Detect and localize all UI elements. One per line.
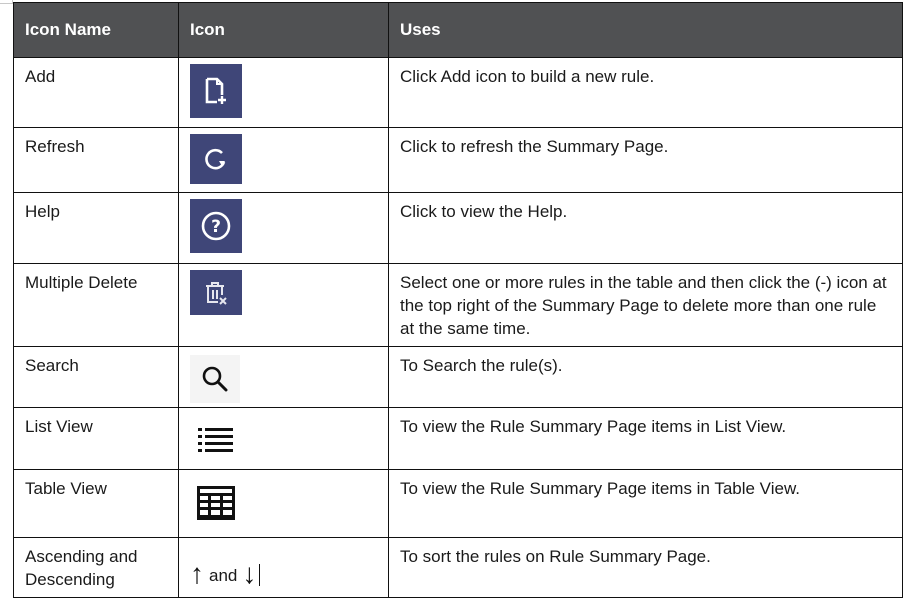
- row-name: Search: [13, 346, 179, 408]
- row-uses: To view the Rule Summary Page items in T…: [388, 469, 903, 538]
- search-icon: [190, 355, 240, 403]
- row-name: Multiple Delete: [13, 263, 179, 347]
- sort-descending-icon: ↓: [242, 558, 257, 589]
- row-uses: Click Add icon to build a new rule.: [388, 57, 903, 128]
- table-row: Table View To view the Rule Summary Page…: [13, 469, 903, 538]
- row-uses: To view the Rule Summary Page items in L…: [388, 407, 903, 470]
- table-row: Multiple Delete Select one or more rules…: [13, 263, 903, 347]
- multiple-delete-icon: [190, 270, 242, 315]
- header-icon-name: Icon Name: [13, 2, 179, 58]
- table-header-row: Icon Name Icon Uses: [13, 2, 903, 58]
- list-view-icon: [190, 414, 242, 464]
- help-icon: ?: [190, 199, 242, 253]
- table-row: Search To Search the rule(s).: [13, 346, 903, 408]
- table-row: Ascending and Descending ↑ and ↓ To sort…: [13, 537, 903, 598]
- sort-arrows: ↑ and ↓: [190, 544, 388, 588]
- table-row: Help ? Click to view the Help.: [13, 192, 903, 264]
- header-icon: Icon: [178, 2, 389, 58]
- row-name: Add: [13, 57, 179, 128]
- table-view-icon: [190, 476, 242, 530]
- icon-reference-table: Icon Name Icon Uses Add Click Add icon t…: [13, 2, 903, 598]
- row-uses: Click to view the Help.: [388, 192, 903, 264]
- table-row: Refresh Click to refresh the Summary Pag…: [13, 127, 903, 193]
- refresh-icon: [190, 134, 242, 184]
- row-name: Help: [13, 192, 179, 264]
- row-uses: To sort the rules on Rule Summary Page.: [388, 537, 903, 598]
- add-document-icon: [190, 64, 242, 118]
- row-uses: Click to refresh the Summary Page.: [388, 127, 903, 193]
- svg-text:?: ?: [211, 217, 221, 237]
- sort-ascending-icon: ↑: [190, 558, 204, 589]
- and-label: and: [209, 566, 238, 585]
- page-corner-mark: [0, 0, 13, 4]
- text-cursor: [259, 564, 261, 586]
- row-name: List View: [13, 407, 179, 470]
- row-name: Table View: [13, 469, 179, 538]
- row-uses: Select one or more rules in the table an…: [388, 263, 903, 347]
- row-name: Refresh: [13, 127, 179, 193]
- header-uses: Uses: [388, 2, 903, 58]
- row-uses: To Search the rule(s).: [388, 346, 903, 408]
- table-row: List View To view the Rule Summary Page …: [13, 407, 903, 470]
- table-row: Add Click Add icon to build a new rule.: [13, 57, 903, 128]
- row-name: Ascending and Descending: [13, 537, 179, 598]
